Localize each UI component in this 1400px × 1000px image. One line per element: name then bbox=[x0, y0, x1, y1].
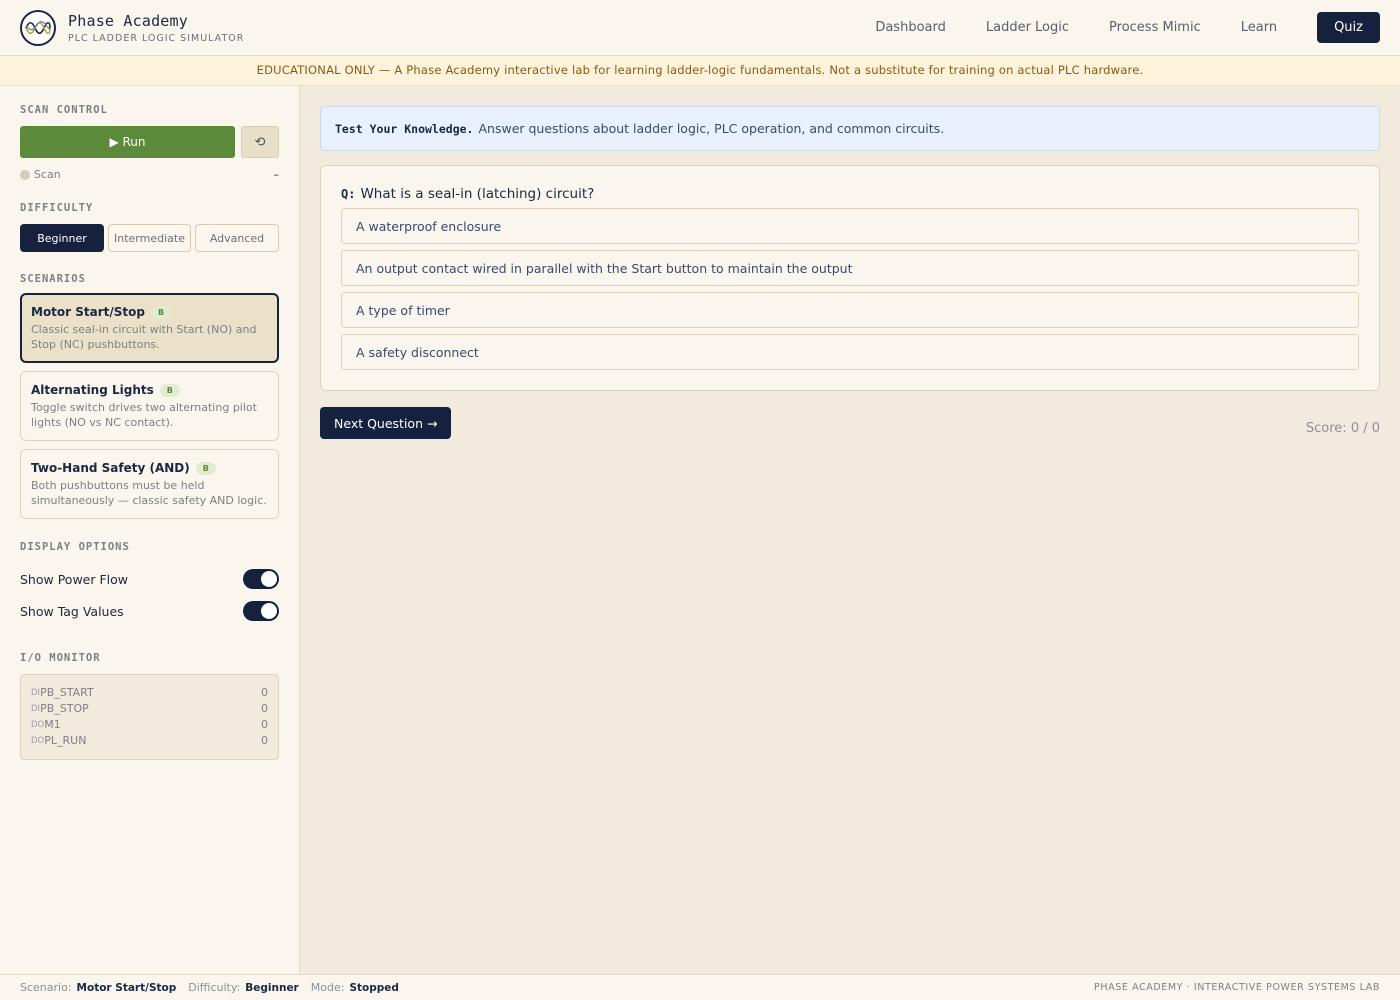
io-value: 0 bbox=[261, 718, 268, 731]
info-text: Answer questions about ladder logic, PLC… bbox=[478, 121, 945, 136]
io-tag: PB_STOP bbox=[40, 702, 89, 715]
io-tag: PB_START bbox=[40, 686, 94, 699]
answer-option-1[interactable]: A waterproof enclosure bbox=[341, 208, 1359, 244]
difficulty-title: DIFFICULTY bbox=[20, 202, 94, 214]
io-row: DI PB_STOP 0 bbox=[31, 701, 268, 717]
status-difficulty-value: Beginner bbox=[245, 981, 299, 994]
nav-process-mimic[interactable]: Process Mimic bbox=[1109, 20, 1201, 35]
difficulty-selector: Beginner Intermediate Advanced bbox=[20, 224, 279, 252]
option-show-tag-values: Show Tag Values bbox=[20, 601, 279, 621]
io-tag: M1 bbox=[44, 718, 61, 731]
status-scenario-label: Scenario: bbox=[20, 981, 72, 994]
scan-control-title: SCAN CONTROL bbox=[20, 104, 108, 116]
question-label: Q: bbox=[341, 187, 356, 201]
scenario-title-row: Two-Hand Safety (AND) B bbox=[31, 461, 268, 475]
scenario-title-row: Alternating Lights B bbox=[31, 383, 268, 397]
status-footer-brand: PHASE ACADEMY · INTERACTIVE POWER SYSTEM… bbox=[1094, 982, 1380, 993]
io-tag: PL_RUN bbox=[44, 734, 87, 747]
difficulty-badge: B bbox=[195, 461, 216, 475]
scenarios-title: SCENARIOS bbox=[20, 273, 86, 285]
nav-learn[interactable]: Learn bbox=[1241, 20, 1277, 35]
scenario-two-hand-safety[interactable]: Two-Hand Safety (AND) B Both pushbuttons… bbox=[20, 449, 279, 519]
option-label: Show Power Flow bbox=[20, 571, 129, 587]
difficulty-intermediate[interactable]: Intermediate bbox=[108, 224, 191, 252]
io-row: DI PB_START 0 bbox=[31, 685, 268, 701]
tag-values-toggle[interactable] bbox=[243, 601, 279, 621]
option-show-power-flow: Show Power Flow bbox=[20, 569, 279, 589]
nav-quiz-button[interactable]: Quiz bbox=[1317, 12, 1380, 43]
io-value: 0 bbox=[261, 686, 268, 699]
io-monitor-title: I/O MONITOR bbox=[20, 652, 101, 664]
io-type: DI bbox=[31, 704, 41, 714]
run-button[interactable]: ▶ Run bbox=[20, 126, 235, 158]
status-mode-value: Stopped bbox=[349, 981, 399, 994]
logo-icon[interactable] bbox=[20, 9, 56, 46]
scan-status: Scan – bbox=[20, 168, 279, 181]
option-label: Show Tag Values bbox=[20, 603, 124, 619]
educational-banner: EDUCATIONAL ONLY — A Phase Academy inter… bbox=[0, 56, 1400, 86]
io-value: 0 bbox=[261, 734, 268, 747]
quiz-card: Q: What is a seal-in (latching) circuit?… bbox=[320, 165, 1380, 391]
status-mode-label: Mode: bbox=[310, 981, 345, 994]
difficulty-beginner[interactable]: Beginner bbox=[20, 224, 104, 252]
answer-option-2[interactable]: An output contact wired in parallel with… bbox=[341, 250, 1359, 286]
scenario-title: Alternating Lights bbox=[31, 383, 154, 397]
score-display: Score: 0 / 0 bbox=[1305, 421, 1380, 436]
io-row: DO PL_RUN 0 bbox=[31, 733, 268, 749]
io-type: DO bbox=[31, 720, 45, 730]
brand-subtitle: PLC LADDER LOGIC SIMULATOR bbox=[68, 32, 245, 44]
io-type: DI bbox=[31, 688, 41, 698]
difficulty-advanced[interactable]: Advanced bbox=[195, 224, 279, 252]
info-heading: Test Your Knowledge. bbox=[335, 121, 474, 136]
io-type: DO bbox=[31, 736, 45, 746]
nav-dashboard[interactable]: Dashboard bbox=[875, 20, 946, 35]
scan-value: – bbox=[273, 168, 280, 181]
scan-label: Scan bbox=[34, 168, 61, 181]
answer-option-3[interactable]: A type of timer bbox=[341, 292, 1359, 328]
next-question-button[interactable]: Next Question → bbox=[320, 407, 452, 439]
io-monitor: DI PB_START 0 DI PB_STOP 0 DO M1 0 DO PL… bbox=[20, 674, 279, 760]
difficulty-badge: B bbox=[151, 305, 172, 319]
nav-ladder-logic[interactable]: Ladder Logic bbox=[986, 20, 1069, 35]
top-nav: Dashboard Ladder Logic Process Mimic Lea… bbox=[835, 12, 1380, 43]
scenario-title: Two-Hand Safety (AND) bbox=[31, 461, 190, 475]
sidebar: SCAN CONTROL ▶ Run ⟲ Scan – DIFFICULTY B… bbox=[0, 86, 300, 974]
quiz-info-bar: Test Your Knowledge. Answer questions ab… bbox=[320, 106, 1380, 151]
reset-icon[interactable]: ⟲ bbox=[241, 126, 279, 158]
status-difficulty-label: Difficulty: bbox=[188, 981, 241, 994]
scan-indicator-icon bbox=[20, 169, 30, 180]
display-options-title: DISPLAY OPTIONS bbox=[20, 541, 130, 553]
quiz-footer: Next Question → Score: 0 / 0 bbox=[320, 407, 1380, 439]
scan-control-row: ▶ Run ⟲ bbox=[20, 126, 279, 158]
status-scenario-value: Motor Start/Stop bbox=[76, 981, 177, 994]
question: Q: What is a seal-in (latching) circuit? bbox=[341, 186, 1359, 202]
difficulty-badge: B bbox=[159, 383, 180, 397]
question-text: What is a seal-in (latching) circuit? bbox=[360, 186, 595, 202]
scenario-title-row: Motor Start/Stop B bbox=[31, 305, 268, 319]
scenario-desc: Classic seal-in circuit with Start (NO) … bbox=[31, 323, 257, 351]
scenario-motor-start-stop[interactable]: Motor Start/Stop B Classic seal-in circu… bbox=[20, 293, 279, 363]
scenario-desc: Toggle switch drives two alternating pil… bbox=[31, 401, 257, 429]
status-bar: Scenario: Motor Start/Stop Difficulty: B… bbox=[0, 974, 1400, 1000]
app-header: Phase Academy PLC LADDER LOGIC SIMULATOR… bbox=[0, 0, 1400, 56]
scenario-title: Motor Start/Stop bbox=[31, 305, 145, 319]
io-value: 0 bbox=[261, 702, 268, 715]
main-content: Test Your Knowledge. Answer questions ab… bbox=[300, 86, 1400, 974]
brand-name: Phase Academy bbox=[68, 11, 188, 30]
io-row: DO M1 0 bbox=[31, 717, 268, 733]
brand: Phase Academy PLC LADDER LOGIC SIMULATOR bbox=[68, 12, 244, 44]
scenario-alternating-lights[interactable]: Alternating Lights B Toggle switch drive… bbox=[20, 371, 279, 441]
scenario-desc: Both pushbuttons must be held simultaneo… bbox=[31, 479, 267, 507]
power-flow-toggle[interactable] bbox=[243, 569, 279, 589]
answer-option-4[interactable]: A safety disconnect bbox=[341, 334, 1359, 370]
